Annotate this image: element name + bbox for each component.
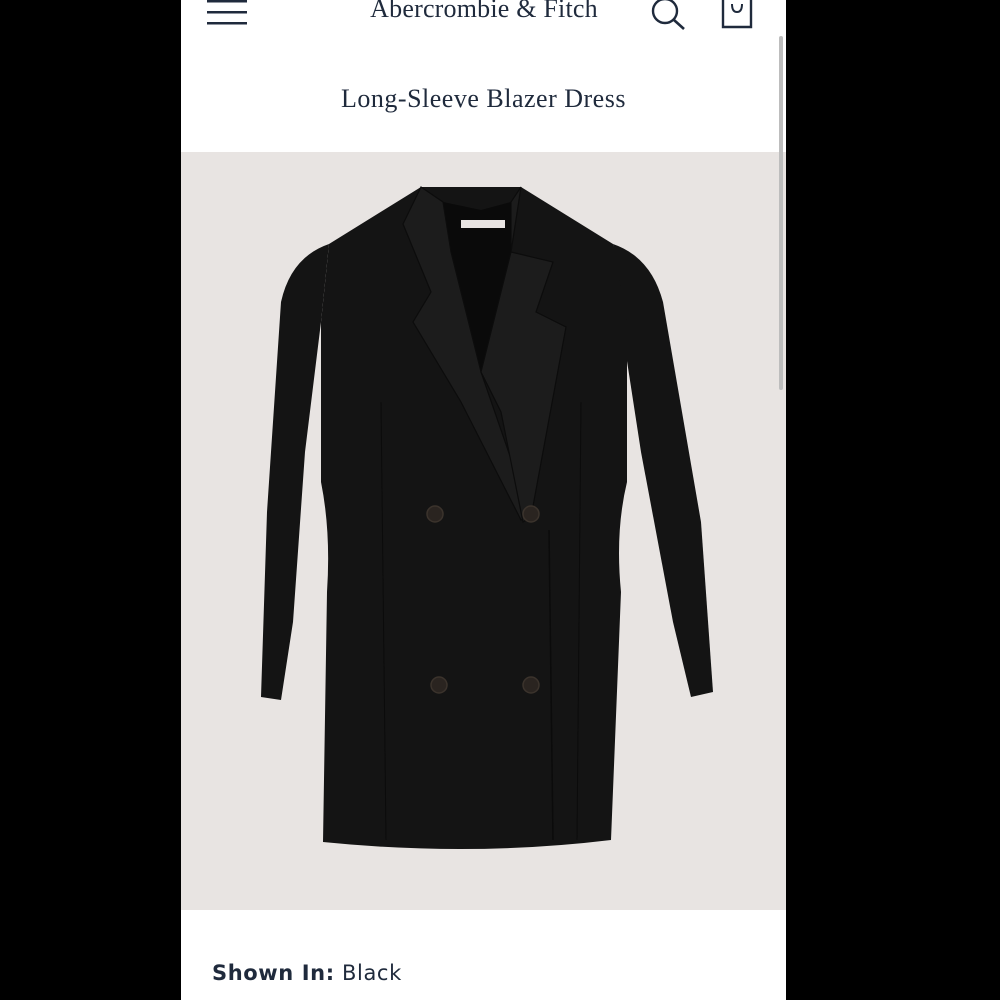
- product-title: Long-Sleeve Blazer Dress: [341, 84, 626, 113]
- brand-logo[interactable]: Abercrombie & Fitch: [341, 0, 627, 24]
- right-sleeve: [613, 244, 713, 697]
- button: [522, 505, 540, 523]
- search-icon[interactable]: [651, 0, 687, 30]
- button: [430, 676, 448, 694]
- left-sleeve: [261, 244, 329, 700]
- button: [426, 505, 444, 523]
- product-image[interactable]: [181, 152, 786, 910]
- mobile-screen: Abercrombie & Fitch Long-Sleeve Blazer D…: [181, 0, 786, 1000]
- button: [522, 676, 540, 694]
- scrollbar[interactable]: [779, 36, 783, 390]
- shown-in-label: Shown In:: [212, 961, 335, 985]
- site-header: Abercrombie & Fitch: [181, 0, 786, 40]
- shopping-bag-icon[interactable]: [719, 0, 755, 30]
- menu-icon[interactable]: [207, 0, 247, 28]
- shown-in-color: Shown In: Black: [212, 961, 402, 985]
- shown-in-value: Black: [342, 961, 402, 985]
